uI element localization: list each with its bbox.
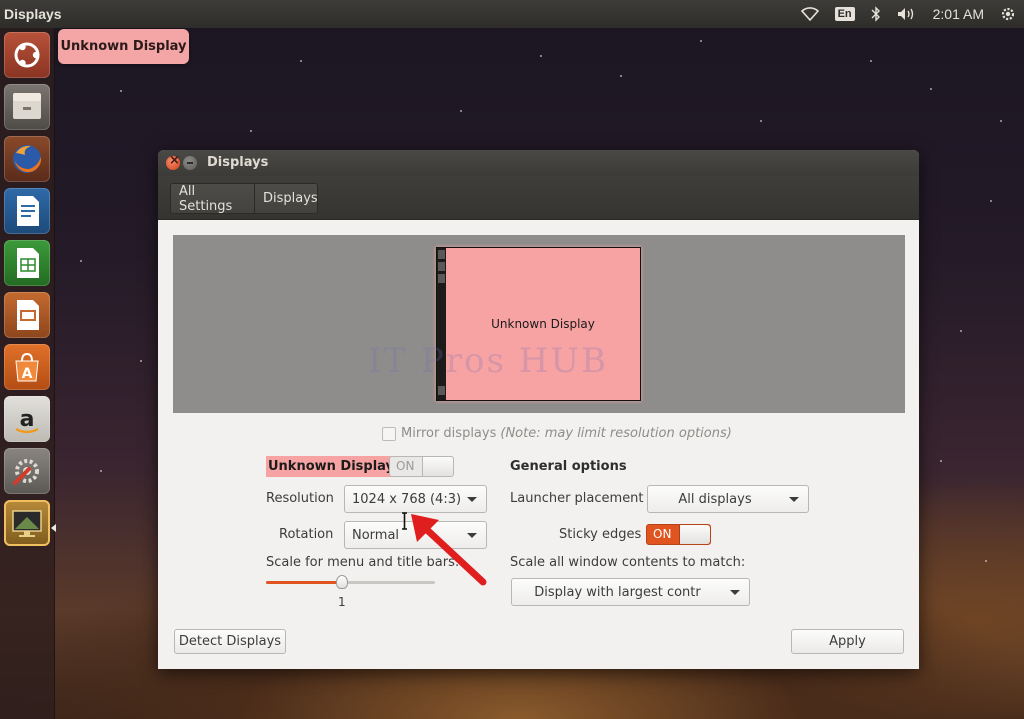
mirror-displays-checkbox[interactable]	[382, 426, 396, 441]
launcher-tooltip: Unknown Display	[58, 29, 189, 64]
general-options-heading: General options	[510, 459, 627, 474]
active-app-title: Displays	[4, 6, 62, 22]
close-icon[interactable]	[166, 153, 180, 170]
sticky-edges-switch-text: ON	[653, 527, 672, 541]
amazon-icon[interactable]: a	[4, 396, 50, 442]
clock[interactable]: 2:01 AM	[933, 6, 984, 22]
files-icon[interactable]	[4, 84, 50, 130]
keyboard-icon[interactable]: En	[834, 7, 855, 21]
display-arrangement-area[interactable]: Unknown Display IT Pros HUB	[173, 235, 905, 413]
mirror-displays-row: Mirror displays (Note: may limit resolut…	[382, 426, 732, 441]
dash-home-icon[interactable]	[4, 32, 50, 78]
chevron-down-icon	[789, 497, 799, 502]
chevron-down-icon	[467, 497, 477, 502]
window-toolbar: All Settings Displays	[158, 176, 919, 220]
launcher: A a	[0, 28, 56, 719]
display-enable-switch[interactable]: ON	[389, 456, 454, 477]
breadcrumb-all-settings[interactable]: All Settings	[170, 183, 255, 214]
svg-text:A: A	[22, 366, 33, 382]
system-settings-icon[interactable]	[4, 448, 50, 494]
apply-button[interactable]: Apply	[791, 629, 904, 654]
display-switch-text: ON	[396, 459, 415, 473]
resolution-label: Resolution	[266, 491, 334, 506]
scale-value: 1	[338, 595, 346, 609]
switch-knob	[422, 457, 453, 476]
launcher-placement-label: Launcher placement	[510, 491, 644, 506]
launcher-placement-dropdown[interactable]: All displays	[647, 485, 809, 513]
window-title: Displays	[207, 155, 269, 170]
scale-slider-fill	[266, 581, 343, 584]
firefox-icon[interactable]	[4, 136, 50, 182]
chevron-down-icon	[730, 590, 740, 595]
mirror-displays-label: Mirror displays	[401, 426, 497, 441]
detect-displays-button[interactable]: Detect Displays	[174, 629, 286, 654]
indicator-area: En 2:01 AM	[793, 0, 1024, 28]
scale-all-label: Scale all window contents to match:	[510, 555, 746, 570]
scale-all-value: Display with largest contr	[534, 585, 701, 600]
sticky-edges-switch[interactable]: ON	[646, 524, 711, 545]
top-panel: Displays En 2:01 AM	[0, 0, 1024, 28]
minimize-icon[interactable]	[183, 156, 197, 170]
scale-slider-handle[interactable]	[336, 575, 349, 589]
rotation-value: Normal	[352, 528, 400, 543]
resolution-value: 1024 x 768 (4:3)	[352, 492, 462, 507]
displays-window: Displays All Settings Displays Unknown D…	[158, 150, 919, 669]
window-titlebar[interactable]: Displays	[158, 150, 919, 176]
volume-icon[interactable]	[897, 7, 917, 21]
resolution-dropdown[interactable]: 1024 x 768 (4:3)	[344, 485, 487, 513]
svg-text:a: a	[20, 407, 35, 432]
breadcrumb-displays[interactable]: Displays	[254, 183, 318, 214]
software-center-icon[interactable]: A	[4, 344, 50, 390]
switch-knob	[679, 525, 710, 544]
rotation-label: Rotation	[279, 527, 334, 542]
monitor-label: Unknown Display	[491, 317, 595, 331]
scale-all-dropdown[interactable]: Display with largest contr	[511, 578, 750, 606]
libreoffice-calc-icon[interactable]	[4, 240, 50, 286]
active-launcher-indicator	[51, 524, 56, 532]
power-gear-icon[interactable]	[1000, 6, 1016, 22]
bluetooth-icon[interactable]	[871, 6, 881, 22]
watermark: IT Pros HUB	[368, 341, 609, 381]
sticky-edges-label: Sticky edges	[559, 527, 642, 542]
libreoffice-writer-icon[interactable]	[4, 188, 50, 234]
wifi-icon[interactable]	[800, 7, 819, 21]
launcher-placement-value: All displays	[678, 492, 752, 507]
annotation-arrow-icon	[411, 514, 487, 586]
libreoffice-impress-icon[interactable]	[4, 292, 50, 338]
mirror-displays-note: (Note: may limit resolution options)	[500, 426, 732, 441]
selected-display-name: Unknown Display	[266, 456, 397, 477]
keyboard-layout-label: En	[834, 7, 855, 21]
displays-app-icon[interactable]	[4, 500, 50, 546]
